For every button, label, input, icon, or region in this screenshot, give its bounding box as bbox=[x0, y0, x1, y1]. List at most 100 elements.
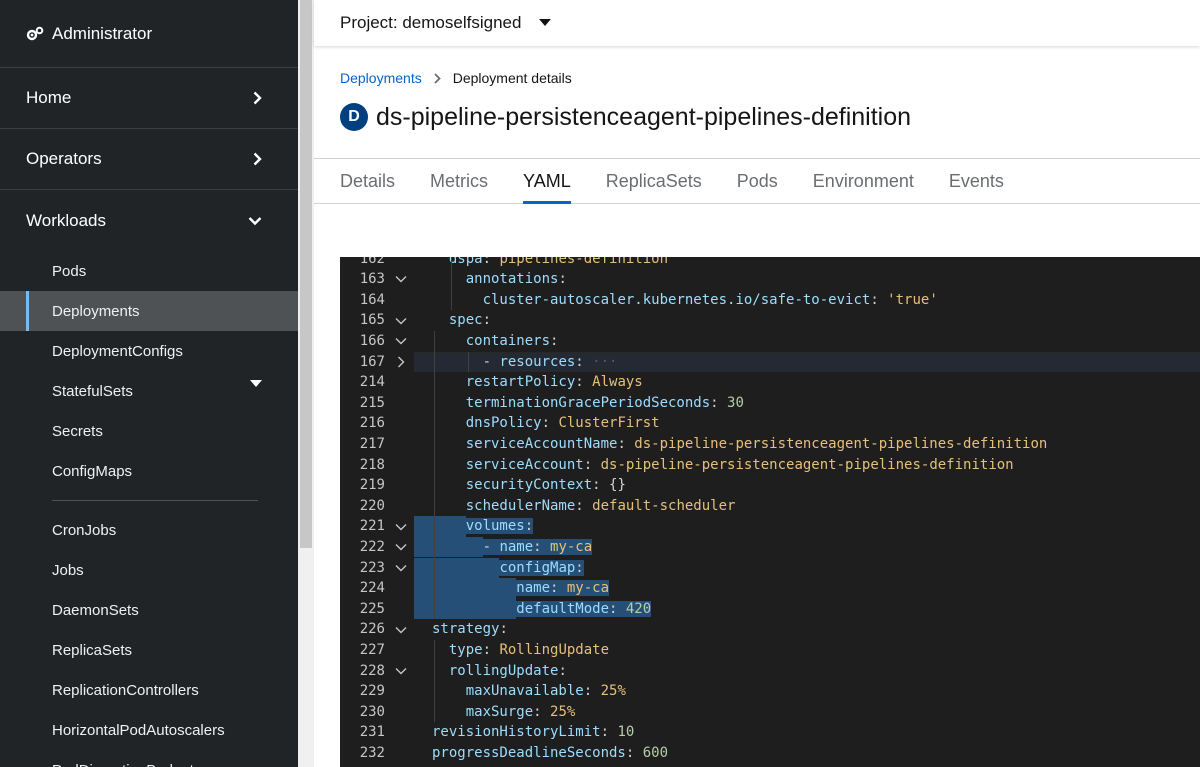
fold-chevron-down-icon[interactable] bbox=[394, 661, 408, 682]
code-text: restartPolicy: Always bbox=[465, 374, 643, 391]
code-line[interactable]: 231 revisionHistoryLimit: 10 bbox=[340, 722, 1200, 743]
code-text: configMap: bbox=[499, 559, 584, 576]
code-line[interactable]: 227 type: RollingUpdate bbox=[340, 640, 1200, 661]
code-line[interactable]: 223 configMap: bbox=[340, 557, 1200, 579]
fold-chevron-down-icon[interactable] bbox=[394, 516, 408, 537]
line-number: 163 bbox=[359, 271, 385, 288]
code-line[interactable]: 219 securityContext: {} bbox=[340, 475, 1200, 496]
code-text: securityContext: {} bbox=[465, 477, 626, 494]
project-selector[interactable]: Project: demoselfsigned bbox=[314, 0, 1200, 46]
code-line[interactable]: 226 strategy: bbox=[340, 619, 1200, 640]
indent-guide bbox=[450, 257, 452, 311]
code-line[interactable]: 217 serviceAccountName: ds-pipeline-persi… bbox=[340, 434, 1200, 455]
perspective-switcher[interactable]: Administrator bbox=[0, 0, 298, 387]
sidebar-item-deployments[interactable]: Deployments bbox=[0, 291, 298, 331]
code-line[interactable]: 218 serviceAccount: ds-pipeline-persisten… bbox=[340, 455, 1200, 476]
nav-section-operators[interactable]: Operators bbox=[0, 129, 298, 190]
indent-guide bbox=[467, 351, 469, 373]
code-line[interactable]: 222 - name: my-ca bbox=[340, 536, 1200, 558]
code-text: dnsPolicy: ClusterFirst bbox=[465, 415, 660, 432]
code-text: rollingUpdate: bbox=[448, 662, 567, 679]
code-text: volumes: bbox=[465, 518, 534, 535]
tab-environment[interactable]: Environment bbox=[813, 159, 914, 203]
code-line[interactable]: 232 progressDeadlineSeconds: 600 bbox=[340, 743, 1200, 764]
code-line[interactable]: 164 cluster-autoscaler.kubernetes.io/safe… bbox=[340, 290, 1200, 311]
code-line[interactable]: 167 - resources: ··· bbox=[340, 352, 1200, 373]
breadcrumb-link-deployments[interactable]: Deployments bbox=[340, 70, 422, 86]
code-text: cluster-autoscaler.kubernetes.io/safe-to… bbox=[482, 291, 938, 308]
perspective-label: Administrator bbox=[52, 23, 153, 43]
line-number: 221 bbox=[359, 518, 385, 535]
indent-guide bbox=[434, 330, 435, 620]
code-line[interactable]: 221 volumes: bbox=[340, 516, 1200, 537]
sidebar-item-deploymentconfigs[interactable]: DeploymentConfigs bbox=[0, 331, 298, 371]
code-text: revisionHistoryLimit: 10 bbox=[432, 724, 635, 741]
code-line[interactable]: 229 maxUnavailable: 25% bbox=[340, 681, 1200, 702]
fold-chevron-down-icon[interactable] bbox=[394, 269, 408, 290]
tab-yaml[interactable]: YAML bbox=[523, 159, 571, 204]
line-number: 219 bbox=[359, 477, 385, 494]
sidebar-item-configmaps[interactable]: ConfigMaps bbox=[0, 451, 298, 491]
sidebar-item-horizontalpodautoscalers[interactable]: HorizontalPodAutoscalers bbox=[0, 710, 298, 750]
code-line[interactable]: 163 annotations: bbox=[340, 269, 1200, 290]
tab-details[interactable]: Details bbox=[340, 159, 395, 203]
nav-section-workloads[interactable]: Workloads bbox=[0, 190, 298, 251]
line-number: 167 bbox=[359, 353, 385, 370]
fold-chevron-down-icon[interactable] bbox=[394, 331, 408, 352]
fold-chevron-down-icon[interactable] bbox=[394, 310, 408, 331]
code-line[interactable]: 220 schedulerName: default-scheduler bbox=[340, 496, 1200, 517]
sidebar-item-cronjobs[interactable]: CronJobs bbox=[0, 510, 298, 550]
tab-events[interactable]: Events bbox=[949, 159, 1004, 203]
fold-chevron-down-icon[interactable] bbox=[394, 558, 408, 579]
line-number: 217 bbox=[359, 435, 385, 452]
line-number: 222 bbox=[359, 538, 385, 555]
line-number: 165 bbox=[359, 312, 385, 329]
breadcrumb: Deployments Deployment details bbox=[340, 68, 1174, 88]
submenu-divider bbox=[52, 500, 258, 501]
line-number: 230 bbox=[359, 703, 385, 720]
project-label: Project: demoselfsigned bbox=[340, 13, 522, 32]
page-header: Deployments Deployment details D ds-pipe… bbox=[314, 46, 1200, 134]
code-line[interactable]: 166 containers: bbox=[340, 331, 1200, 352]
sidebar-item-daemonsets[interactable]: DaemonSets bbox=[0, 590, 298, 630]
tab-metrics[interactable]: Metrics bbox=[430, 159, 488, 203]
yaml-editor[interactable]: 162 dspa: pipelines-definition 163 annotati… bbox=[340, 257, 1200, 767]
line-number: 166 bbox=[359, 332, 385, 349]
code-text: progressDeadlineSeconds: 600 bbox=[432, 744, 669, 761]
sidebar-item-secrets[interactable]: Secrets bbox=[0, 411, 298, 451]
code-line[interactable]: 215 terminationGracePeriodSeconds: 30 bbox=[340, 393, 1200, 414]
code-line[interactable]: 216 dnsPolicy: ClusterFirst bbox=[340, 413, 1200, 434]
fold-chevron-down-icon[interactable] bbox=[394, 619, 408, 640]
code-line[interactable]: 225 defaultMode: 420 bbox=[340, 598, 1200, 620]
code-text: strategy: bbox=[432, 621, 508, 638]
breadcrumb-current: Deployment details bbox=[452, 70, 572, 86]
code-line[interactable]: 228 rollingUpdate: bbox=[340, 661, 1200, 682]
nav-section-label: Home bbox=[26, 88, 72, 107]
chevron-right-icon bbox=[253, 91, 262, 105]
code-text: - resources: ··· bbox=[482, 353, 618, 370]
line-number: 227 bbox=[359, 641, 385, 658]
code-line[interactable]: 162 dspa: pipelines-definition bbox=[340, 257, 1200, 269]
tab-replicasets[interactable]: ReplicaSets bbox=[606, 159, 702, 203]
sidebar-item-replicasets[interactable]: ReplicaSets bbox=[0, 630, 298, 670]
code-line[interactable]: 224 name: my-ca bbox=[340, 578, 1200, 599]
sidebar-item-replicationcontrollers[interactable]: ReplicationControllers bbox=[0, 670, 298, 710]
chevron-right-icon bbox=[434, 72, 441, 84]
sidebar-item-pods[interactable]: Pods bbox=[0, 251, 298, 291]
sidebar-item-statefulsets[interactable]: StatefulSets bbox=[0, 371, 298, 411]
code-line[interactable]: 230 maxSurge: 25% bbox=[340, 702, 1200, 723]
code-line[interactable]: 165 spec: bbox=[340, 310, 1200, 331]
tab-pods[interactable]: Pods bbox=[737, 159, 778, 203]
line-number: 225 bbox=[359, 600, 385, 617]
code-line[interactable]: 214 restartPolicy: Always bbox=[340, 372, 1200, 393]
nav-section-home[interactable]: Home bbox=[0, 68, 298, 129]
fold-chevron-down-icon[interactable] bbox=[394, 537, 408, 558]
code-text: type: RollingUpdate bbox=[448, 641, 610, 658]
sidebar-item-jobs[interactable]: Jobs bbox=[0, 550, 298, 590]
fold-chevron-right-icon[interactable] bbox=[394, 352, 408, 373]
line-number: 218 bbox=[359, 456, 385, 473]
sidebar-scrollbar-thumb[interactable] bbox=[300, 0, 312, 548]
sidebar-item-poddisruptionbudgets[interactable]: PodDisruptionBudgets bbox=[0, 750, 298, 767]
nav-section-label: Workloads bbox=[26, 210, 106, 230]
indent-guide bbox=[434, 639, 435, 723]
